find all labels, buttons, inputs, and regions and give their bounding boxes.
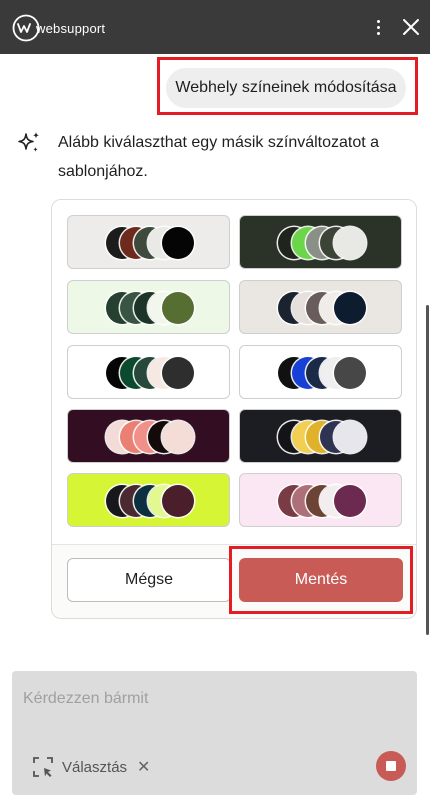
palette-color-dots — [278, 357, 366, 389]
palette-option-1[interactable] — [67, 215, 230, 269]
stop-button[interactable] — [376, 751, 406, 781]
palette-color-dot — [334, 421, 366, 453]
stop-icon — [386, 761, 396, 771]
palette-option-9[interactable] — [67, 473, 230, 527]
palette-option-10[interactable] — [239, 473, 402, 527]
selection-chip[interactable]: Választás ✕ — [32, 756, 150, 778]
palette-option-4[interactable] — [239, 280, 402, 334]
palette-color-dot — [162, 357, 194, 389]
palette-color-dots — [278, 292, 366, 324]
more-options-button[interactable] — [370, 15, 386, 39]
message-input[interactable] — [23, 687, 403, 711]
palette-color-dots — [106, 485, 194, 517]
palette-color-dot — [162, 292, 194, 324]
palette-option-5[interactable] — [67, 345, 230, 399]
scrollbar[interactable] — [426, 305, 429, 635]
palette-color-dots — [278, 227, 366, 259]
message-composer: Választás ✕ — [12, 671, 417, 795]
remove-selection-icon[interactable]: ✕ — [137, 757, 150, 777]
cancel-button[interactable]: Mégse — [67, 558, 231, 602]
palette-grid — [52, 200, 416, 545]
palette-color-dot — [334, 485, 366, 517]
brand-logo: websupport — [12, 14, 105, 42]
close-icon — [403, 19, 419, 35]
palette-option-3[interactable] — [67, 280, 230, 334]
close-button[interactable] — [400, 15, 422, 39]
palette-color-dots — [278, 485, 366, 517]
palette-color-dot — [162, 421, 194, 453]
chat-window: websupport Webhely színeinek módosítása … — [0, 0, 430, 808]
palette-color-dot — [334, 357, 366, 389]
palette-color-dots — [278, 421, 366, 453]
palette-color-dots — [106, 227, 194, 259]
palette-color-dot — [334, 292, 366, 324]
brand-name: websupport — [36, 20, 106, 36]
palette-color-dots — [106, 292, 194, 324]
chat-header: websupport — [0, 0, 430, 54]
more-vertical-icon — [376, 19, 380, 23]
sparkle-icon — [16, 130, 42, 156]
highlight-frame-save-button — [229, 546, 413, 614]
palette-option-7[interactable] — [67, 409, 230, 463]
palette-option-2[interactable] — [239, 215, 402, 269]
selection-label: Választás — [62, 758, 128, 776]
palette-option-8[interactable] — [239, 409, 402, 463]
select-area-icon — [33, 757, 53, 777]
palette-color-dot — [334, 227, 366, 259]
palette-color-dots — [106, 421, 194, 453]
assistant-message: Alább kiválaszthat egy másik színváltoza… — [58, 134, 380, 180]
palette-option-6[interactable] — [239, 345, 402, 399]
user-message-bubble: Webhely színeinek módosítása — [166, 68, 406, 108]
palette-color-dot — [162, 485, 194, 517]
palette-color-dots — [106, 357, 194, 389]
palette-color-dot — [162, 227, 194, 259]
